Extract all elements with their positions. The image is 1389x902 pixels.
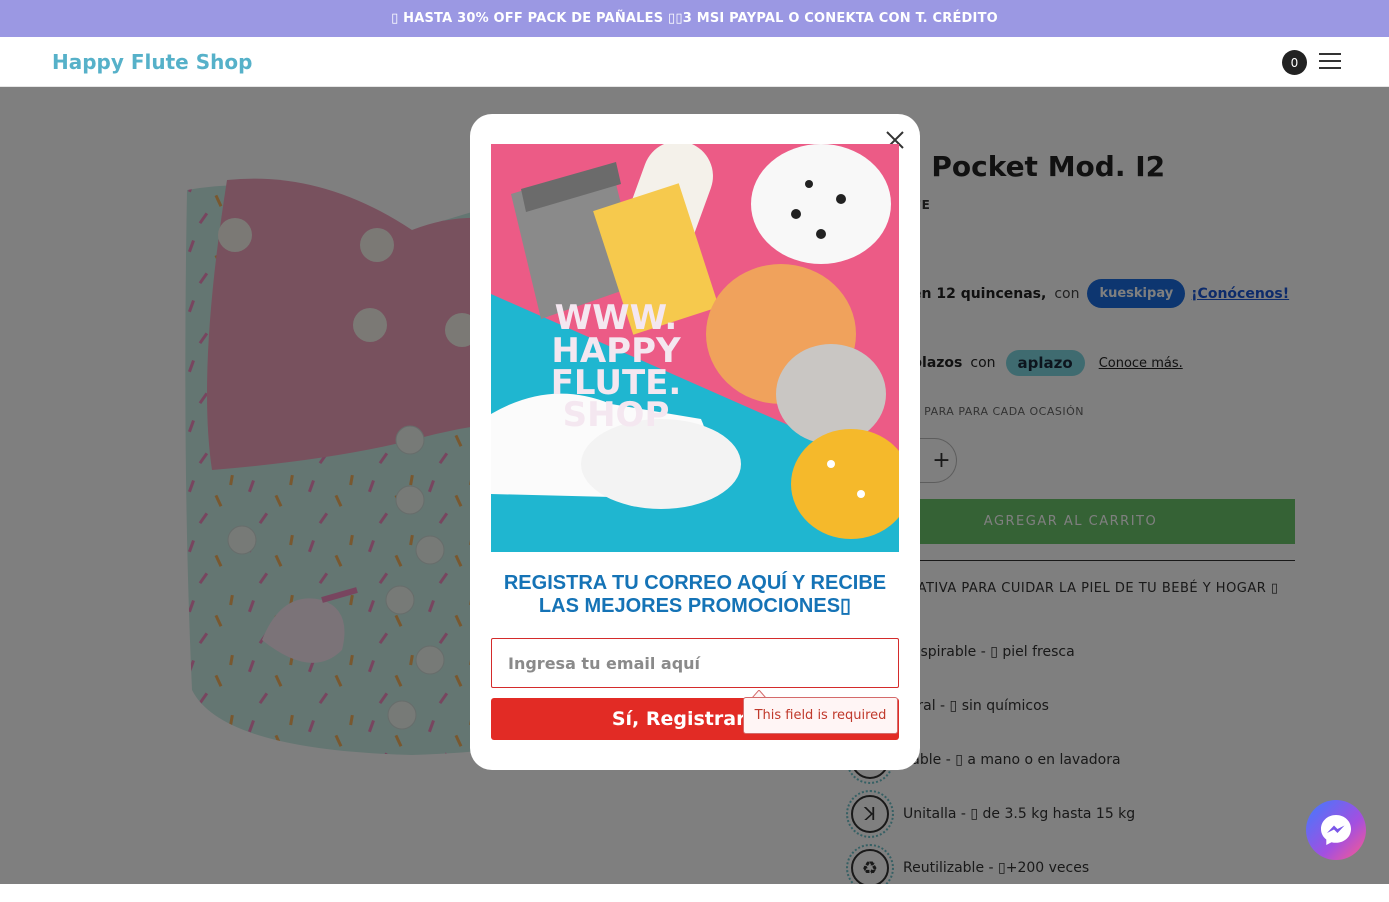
logo[interactable]: Happy Flute Shop [52,50,252,74]
page-bottom [0,884,1389,902]
cart-count-badge[interactable]: 0 [1282,50,1307,75]
messenger-chat-button[interactable] [1306,800,1366,860]
messenger-icon [1321,815,1351,845]
popup-image-text-4: SHOP [563,395,670,435]
announcement-bar: ▯ HASTA 30% OFF PACK DE PAÑALES ▯▯3 MSI … [0,0,1389,37]
hamburger-menu-icon[interactable] [1319,53,1341,71]
email-input[interactable] [491,638,899,688]
popup-image: WWW. HAPPY FLUTE. SHOP [491,144,899,552]
site-header: Happy Flute Shop 0 [0,37,1389,87]
popup-headline: REGISTRA TU CORREO AQUÍ Y RECIBE LAS MEJ… [503,572,887,617]
announcement-text: ▯ HASTA 30% OFF PACK DE PAÑALES ▯▯3 MSI … [391,11,998,26]
validation-tooltip: This field is required [743,697,898,734]
